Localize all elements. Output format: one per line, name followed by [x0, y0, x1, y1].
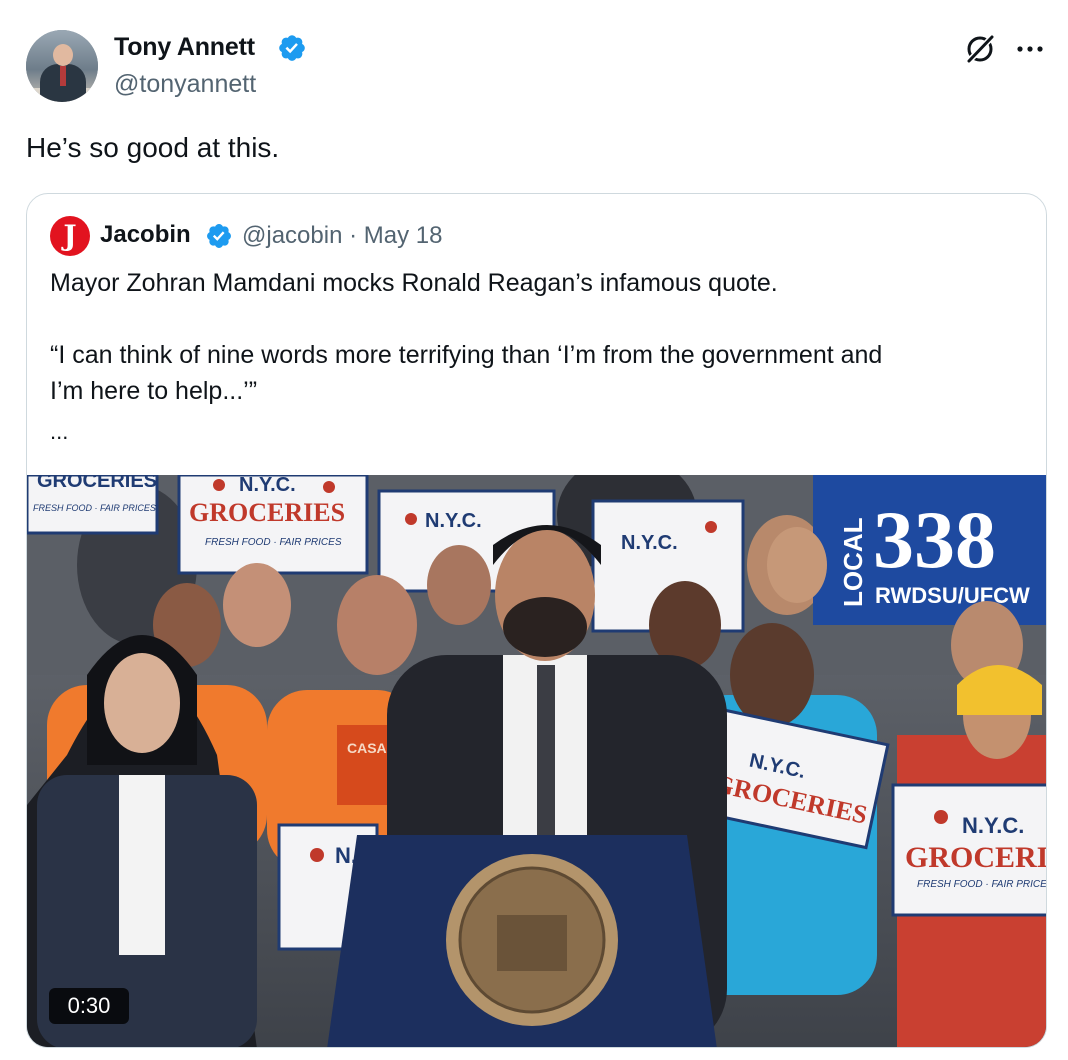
svg-text:GROCERIES: GROCERIES — [189, 498, 345, 527]
author-name[interactable]: Tony Annett — [114, 33, 255, 62]
grok-icon[interactable] — [962, 31, 998, 67]
svg-text:FRESH FOOD · FAIR PRICES: FRESH FOOD · FAIR PRICES — [917, 879, 1047, 890]
video-player[interactable]: GROCERIES FRESH FOOD · FAIR PRICES N.Y.C… — [27, 475, 1047, 1047]
video-duration-badge: 0:30 — [49, 988, 129, 1024]
svg-text:FRESH FOOD · FAIR PRICES: FRESH FOOD · FAIR PRICES — [205, 537, 342, 548]
quoted-text-line: “I can think of nine words more terrifyi… — [50, 341, 883, 369]
tweet-text: He’s so good at this. — [26, 132, 280, 163]
svg-text:GROCERIES: GROCERIES — [905, 841, 1047, 874]
podium-seal — [327, 835, 717, 1047]
more-icon[interactable] — [1014, 34, 1046, 64]
tweet: Tony Annett @tonyannett He’s so good at … — [0, 0, 1068, 1060]
svg-text:N.Y.C.: N.Y.C. — [621, 532, 678, 554]
svg-text:GROCERIES: GROCERIES — [37, 475, 157, 492]
svg-text:N.Y.C.: N.Y.C. — [962, 813, 1024, 838]
quoted-handle-date[interactable]: @jacobin · May 18 — [242, 222, 442, 250]
quoted-author-name[interactable]: Jacobin — [100, 221, 191, 249]
grocery-sign: N.Y.C. GROCERIES FRESH FOOD · FAIR PRICE… — [891, 783, 1047, 917]
svg-text:338: 338 — [873, 494, 996, 585]
author-handle[interactable]: @tonyannett — [114, 70, 256, 99]
video-frame: GROCERIES FRESH FOOD · FAIR PRICES N.Y.C… — [27, 475, 1047, 1047]
author-avatar[interactable] — [26, 30, 98, 102]
quoted-text-line: I’m here to help...’” — [50, 377, 258, 405]
svg-text:FRESH FOOD · FAIR PRICES: FRESH FOOD · FAIR PRICES — [33, 503, 156, 513]
quoted-tweet-card[interactable]: J Jacobin @jacobin · May 18 Mayor Zohran… — [26, 193, 1047, 1048]
svg-text:CASA: CASA — [347, 740, 387, 756]
jacobin-avatar[interactable]: J — [50, 216, 90, 256]
show-more-ellipsis[interactable]: ... — [50, 419, 68, 445]
quoted-text-line: Mayor Zohran Mamdani mocks Ronald Reagan… — [50, 269, 778, 297]
svg-text:RWDSU/UFCW: RWDSU/UFCW — [875, 583, 1030, 608]
verified-badge-icon — [207, 224, 231, 248]
svg-text:N.Y.C.: N.Y.C. — [239, 475, 296, 496]
grocery-sign: GROCERIES FRESH FOOD · FAIR PRICES — [27, 475, 159, 535]
grocery-sign: N.Y.C. GROCERIES FRESH FOOD · FAIR PRICE… — [177, 475, 369, 575]
verified-badge-icon — [279, 35, 305, 61]
svg-text:N.Y.C.: N.Y.C. — [425, 510, 482, 532]
union-sign: LOCAL 338 RWDSU/UFCW — [813, 475, 1046, 625]
svg-text:LOCAL: LOCAL — [838, 517, 868, 607]
